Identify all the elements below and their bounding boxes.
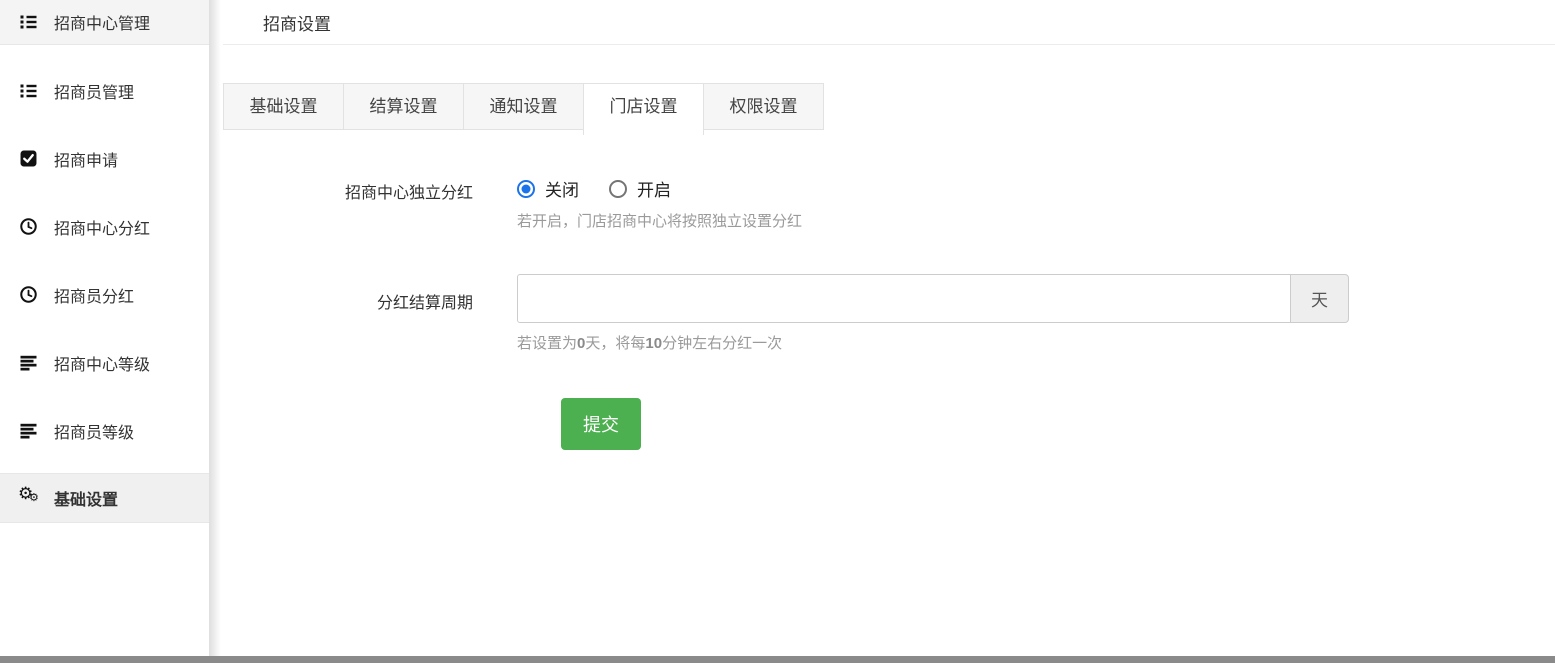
sidebar-item-merchant-center-management[interactable]: 招商中心管理 <box>0 0 209 45</box>
tab-notification-settings[interactable]: 通知设置 <box>463 83 584 130</box>
tab-basic-settings[interactable]: 基础设置 <box>223 83 344 130</box>
page-header: 招商设置 <box>223 0 1555 45</box>
form-row-dividend-cycle: 分红结算周期 天 若设置为0天，将每10分钟左右分红一次 <box>223 274 1555 353</box>
bars-icon <box>20 354 42 371</box>
dividend-cycle-input-group: 天 <box>517 274 1349 323</box>
independent-dividend-hint: 若开启，门店招商中心将按照独立设置分红 <box>517 210 1555 231</box>
list-icon <box>20 82 42 99</box>
submit-button[interactable]: 提交 <box>561 398 641 450</box>
check-square-icon <box>20 150 42 167</box>
clock-icon <box>20 286 42 303</box>
horizontal-scrollbar[interactable] <box>0 656 1555 663</box>
radio-option-close[interactable]: 关闭 <box>517 176 579 201</box>
sidebar-item-basic-settings[interactable]: ⚙ ⚙ 基础设置 <box>0 473 209 523</box>
clock-icon <box>20 218 42 235</box>
list-icon <box>20 14 42 31</box>
sidebar-item-merchant-application[interactable]: 招商申请 <box>0 136 209 181</box>
sidebar-item-merchant-staff-level[interactable]: 招商员等级 <box>0 408 209 453</box>
settings-tab-bar: 基础设置 结算设置 通知设置 门店设置 权限设置 <box>223 83 1555 135</box>
sidebar-item-label: 招商中心分红 <box>54 215 150 239</box>
sidebar-item-label: 基础设置 <box>54 486 118 510</box>
bars-icon <box>20 422 42 439</box>
tab-permission-settings[interactable]: 权限设置 <box>703 83 824 130</box>
sidebar-item-label: 招商中心管理 <box>54 10 150 34</box>
radio-option-open[interactable]: 开启 <box>609 176 671 201</box>
dividend-cycle-input[interactable] <box>517 274 1291 323</box>
sidebar: 招商中心管理 招商员管理 招商申请 <box>0 0 209 656</box>
form-row-submit: 提交 <box>223 398 1555 450</box>
main-content: 招商设置 基础设置 结算设置 通知设置 门店设置 权限设置 招商中心独立分红 关… <box>209 0 1555 656</box>
sidebar-item-merchant-center-level[interactable]: 招商中心等级 <box>0 340 209 385</box>
sidebar-item-merchant-center-dividend[interactable]: 招商中心分红 <box>0 204 209 249</box>
sidebar-item-label: 招商员管理 <box>54 79 134 103</box>
tab-settlement-settings[interactable]: 结算设置 <box>343 83 464 130</box>
radio-selected-icon[interactable] <box>517 180 535 198</box>
store-settings-form: 招商中心独立分红 关闭 开启 若开启，门店招商中心将按照独立设置分红 <box>223 176 1555 450</box>
app-window: 招商中心管理 招商员管理 招商申请 <box>0 0 1555 656</box>
sidebar-item-label: 招商申请 <box>54 147 118 171</box>
cogs-icon: ⚙ ⚙ <box>20 490 42 507</box>
tab-store-settings[interactable]: 门店设置 <box>583 83 704 135</box>
radio-unselected-icon[interactable] <box>609 180 627 198</box>
form-row-independent-dividend: 招商中心独立分红 关闭 开启 若开启，门店招商中心将按照独立设置分红 <box>223 176 1555 231</box>
dividend-cycle-unit-addon: 天 <box>1290 274 1349 323</box>
independent-dividend-label: 招商中心独立分红 <box>223 176 517 231</box>
dividend-cycle-label: 分红结算周期 <box>223 274 517 353</box>
dividend-cycle-hint: 若设置为0天，将每10分钟左右分红一次 <box>517 332 1555 353</box>
sidebar-item-merchant-staff-dividend[interactable]: 招商员分红 <box>0 272 209 317</box>
sidebar-item-label: 招商员分红 <box>54 283 134 307</box>
sidebar-item-label: 招商中心等级 <box>54 351 150 375</box>
page-title: 招商设置 <box>223 10 331 35</box>
sidebar-item-label: 招商员等级 <box>54 419 134 443</box>
sidebar-item-merchant-staff-management[interactable]: 招商员管理 <box>0 68 209 113</box>
